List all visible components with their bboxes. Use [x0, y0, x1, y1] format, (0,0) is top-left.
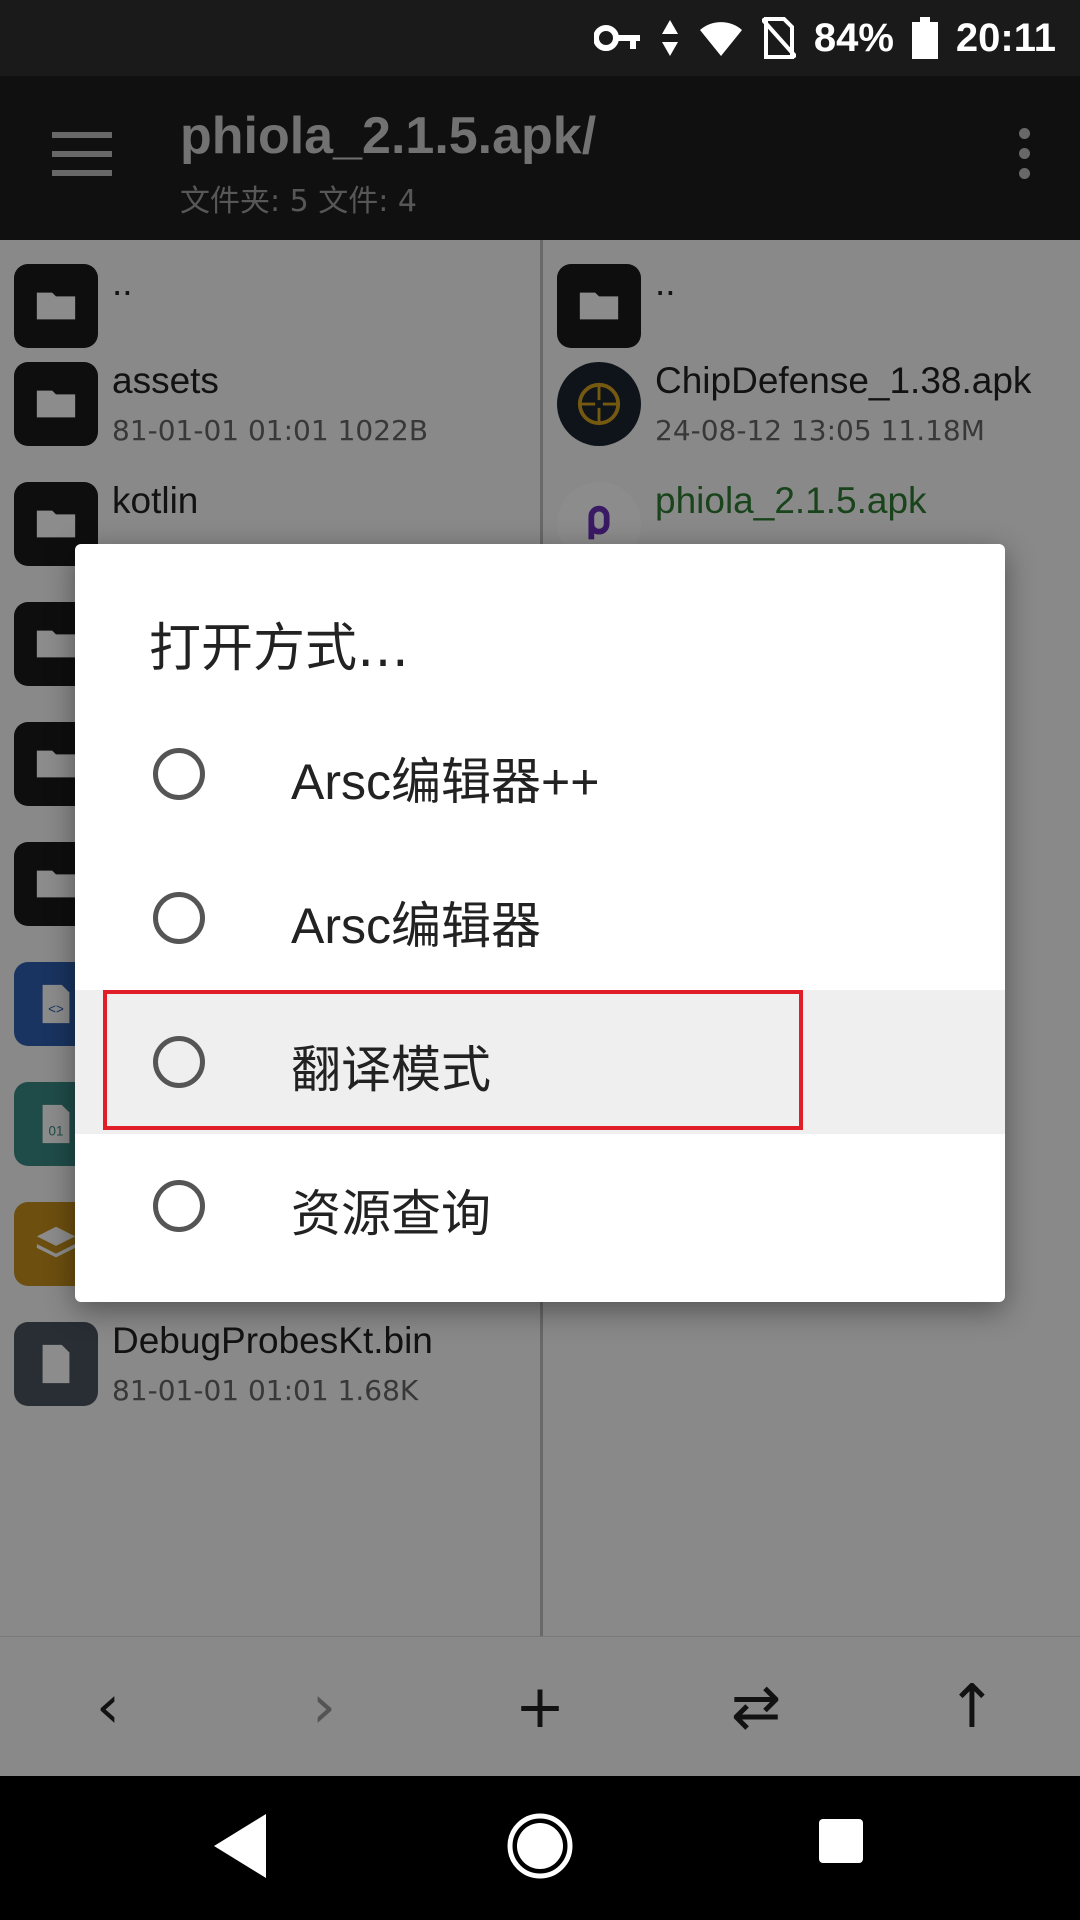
no-sim-icon	[761, 17, 796, 59]
option-label: Arsc编辑器++	[291, 754, 600, 810]
battery-icon	[911, 17, 938, 59]
option-label: 资源查询	[291, 1186, 491, 1242]
highlight-annotation	[103, 990, 803, 1130]
status-bar: 84% 20:11	[0, 0, 1080, 76]
open-with-dialog: 打开方式… Arsc编辑器++ Arsc编辑器 翻译模式 资源查询	[75, 544, 1005, 1302]
data-activity-icon	[661, 20, 678, 56]
option-arsc-editor-plus[interactable]: Arsc编辑器++	[75, 702, 1005, 846]
nav-home-icon[interactable]	[506, 1812, 574, 1880]
battery-percent: 84%	[813, 15, 894, 60]
navigation-bar	[0, 1776, 1080, 1920]
status-icons: 84% 20:11	[593, 0, 1056, 76]
radio-button[interactable]	[153, 892, 205, 944]
option-arsc-editor[interactable]: Arsc编辑器	[75, 846, 1005, 990]
nav-recents-icon[interactable]	[818, 1818, 864, 1864]
wifi-icon	[699, 22, 742, 56]
clock: 20:11	[955, 15, 1056, 60]
option-resource-lookup[interactable]: 资源查询	[75, 1134, 1005, 1278]
radio-button[interactable]	[153, 748, 205, 800]
nav-back-icon[interactable]	[212, 1812, 268, 1880]
radio-button[interactable]	[153, 1180, 205, 1232]
vpn-key-icon	[593, 25, 640, 51]
option-label: Arsc编辑器	[291, 898, 541, 954]
dialog-title: 打开方式…	[149, 619, 410, 679]
